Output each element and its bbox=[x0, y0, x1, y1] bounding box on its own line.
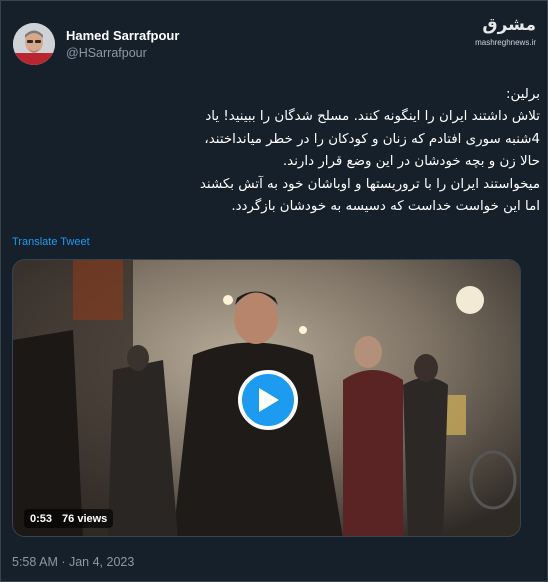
avatar[interactable] bbox=[13, 23, 55, 65]
author-name[interactable]: Hamed Sarrafpour bbox=[66, 28, 179, 43]
author-handle[interactable]: @HSarrafpour bbox=[66, 46, 147, 60]
tweet-line: میخواستند ایران را با تروریستها و اوباشا… bbox=[199, 176, 540, 192]
play-button[interactable] bbox=[238, 370, 298, 430]
watermark-logo: مشرق mashreghnews.ir bbox=[470, 14, 537, 54]
tweet-line: تلاش داشتند ایران را اینگونه کنند. مسلح … bbox=[205, 109, 540, 125]
tweet-line: 4شنبه سوری افتادم که زنان و کودکان را در… bbox=[204, 131, 540, 147]
tweet-text: برلین: تلاش داشتند ایران را اینگونه کنند… bbox=[12, 84, 540, 218]
watermark-logo-text: مشرق bbox=[482, 15, 537, 35]
tweet-timestamp[interactable]: 5:58 AM · Jan 4, 2023 bbox=[12, 555, 134, 569]
user-avatar-icon bbox=[13, 23, 55, 65]
video-info-badge: 0:53 76 views bbox=[24, 509, 114, 528]
watermark-url: mashreghnews.ir bbox=[475, 38, 536, 47]
video-duration: 0:53 bbox=[30, 512, 53, 525]
tweet-line: برلین: bbox=[506, 87, 540, 102]
tweet-line: اما این خواست خداست که دسیسه به خودشان ب… bbox=[231, 199, 540, 215]
tweet-line: حالا زن و بچه خودشان در این وضع قرار دار… bbox=[282, 154, 540, 170]
translate-tweet-link[interactable]: Translate Tweet bbox=[12, 236, 90, 248]
play-icon bbox=[259, 388, 279, 412]
video-player[interactable]: 0:53 76 views bbox=[12, 259, 521, 537]
video-views: 76 views bbox=[62, 512, 108, 525]
